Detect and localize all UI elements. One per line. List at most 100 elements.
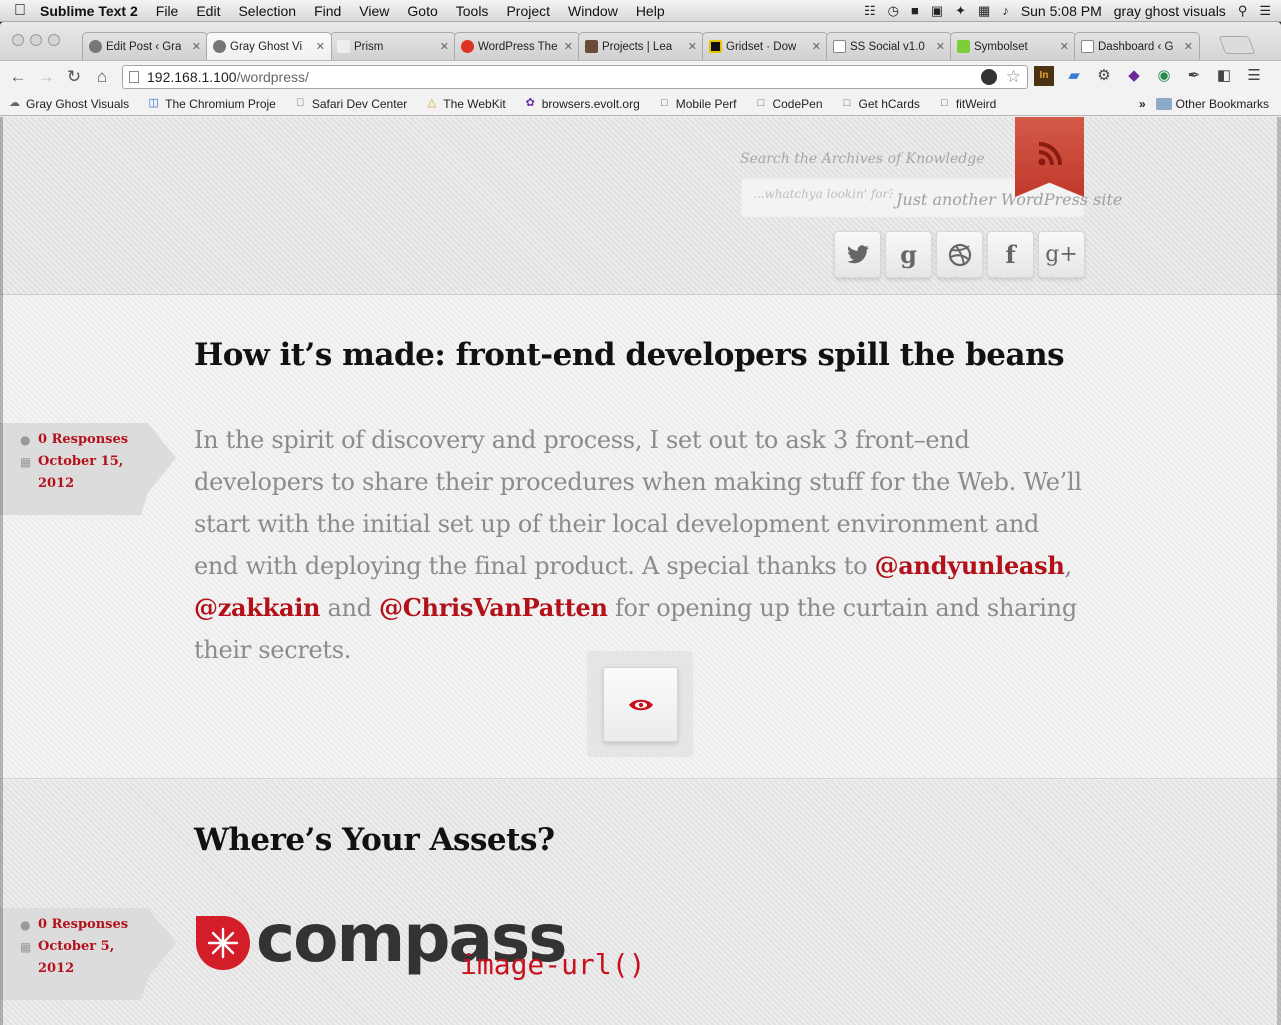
color-wheel-icon[interactable]: ◉ xyxy=(1154,66,1174,86)
tab-gridset[interactable]: Gridset · Dow ✕ xyxy=(702,32,828,60)
apple-menu-icon[interactable]:  xyxy=(0,2,40,20)
facebook-icon[interactable]: f xyxy=(987,231,1034,278)
app-menu[interactable]: Sublime Text 2 xyxy=(40,3,138,19)
address-bar[interactable]: 192.168.1.100/wordpress/ ☆ xyxy=(122,65,1028,89)
tab-close-icon[interactable]: ✕ xyxy=(1184,40,1193,53)
indesign-extension-icon[interactable]: In xyxy=(1034,66,1054,86)
time-machine-icon[interactable]: ◷ xyxy=(888,3,899,19)
browser-toolbar: ← → ↻ ⌂ 192.168.1.100/wordpress/ ☆ In ▰ … xyxy=(0,60,1281,92)
keyboard-icon[interactable]: ▦ xyxy=(978,3,990,19)
tab-edit-post[interactable]: Edit Post ‹ Gra ✕ xyxy=(82,32,208,60)
tab-close-icon[interactable]: ✕ xyxy=(688,40,697,53)
camera-extension-icon[interactable] xyxy=(981,69,997,85)
window-resizer-icon[interactable]: ▰ xyxy=(1064,66,1084,86)
menu-view[interactable]: View xyxy=(359,3,389,19)
lock-icon[interactable]: ■ xyxy=(911,3,919,18)
target-favicon-icon xyxy=(461,40,474,53)
menu-file[interactable]: File xyxy=(156,3,179,19)
tab-gray-ghost[interactable]: Gray Ghost Vi ✕ xyxy=(206,32,332,60)
bookmark-webkit[interactable]: △ The WebKit xyxy=(425,97,506,111)
notification-list-icon[interactable]: ☰ xyxy=(1259,3,1271,19)
google-plus-icon[interactable]: g+ xyxy=(1038,231,1085,278)
tab-close-icon[interactable]: ✕ xyxy=(564,40,573,53)
bookmark-mobile-perf[interactable]: □ Mobile Perf xyxy=(658,97,737,111)
post-title-link[interactable]: Where’s Your Assets? xyxy=(194,822,555,858)
post-article: Where’s Your Assets? ● 0 Responses ▦ Octob… xyxy=(0,780,1281,1025)
tab-close-icon[interactable]: ✕ xyxy=(1060,40,1069,53)
reload-icon[interactable]: ↻ xyxy=(60,67,88,87)
page-favicon-icon xyxy=(833,40,846,53)
close-window-button[interactable] xyxy=(12,34,24,46)
folder-icon xyxy=(1155,97,1172,110)
ghost-icon: ☁ xyxy=(9,97,20,109)
comment-bubble-icon: ● xyxy=(20,918,31,932)
tab-close-icon[interactable]: ✕ xyxy=(440,40,449,53)
bookmark-safari-dev[interactable]: Safari Dev Center xyxy=(294,97,407,111)
menu-tools[interactable]: Tools xyxy=(456,3,489,19)
menu-project[interactable]: Project xyxy=(506,3,550,19)
responses-link[interactable]: 0 Responses xyxy=(38,914,128,936)
bookmark-star-icon[interactable]: ☆ xyxy=(1006,67,1021,87)
tab-strip: Edit Post ‹ Gra ✕ Gray Ghost Vi ✕ Prism ✕ W… xyxy=(0,22,1281,62)
minimize-window-button[interactable] xyxy=(30,34,42,46)
bookmarks-overflow-button[interactable]: » xyxy=(1139,97,1146,111)
tab-close-icon[interactable]: ✕ xyxy=(812,40,821,53)
tab-symbolset[interactable]: Symbolset ✕ xyxy=(950,32,1076,60)
tab-dashboard[interactable]: Dashboard ‹ G ✕ xyxy=(1074,32,1200,60)
spotlight-icon[interactable]: ⚲ xyxy=(1238,3,1248,19)
tab-ss-social[interactable]: SS Social v1.0 ✕ xyxy=(826,32,952,60)
bluetooth-icon[interactable]: ✦ xyxy=(955,3,966,19)
bookmark-get-hcards[interactable]: □ Get hCards xyxy=(841,97,920,111)
page-ruler-icon[interactable]: ◧ xyxy=(1214,66,1234,86)
wifi-icon[interactable]: ☷ xyxy=(864,3,876,19)
window-edge-shadow xyxy=(0,117,3,1025)
post-meta: ● 0 Responses ▦ October 15, 2012 xyxy=(20,429,128,495)
menu-find[interactable]: Find xyxy=(314,3,341,19)
cube-extension-icon[interactable]: ◆ xyxy=(1124,66,1144,86)
bookmark-gray-ghost-visuals[interactable]: ☁ Gray Ghost Visuals xyxy=(8,97,129,111)
menubar-user[interactable]: gray ghost visuals xyxy=(1114,3,1226,19)
author-link-chrisvanpatten[interactable]: @ChrisVanPatten xyxy=(379,593,608,622)
menu-selection[interactable]: Selection xyxy=(238,3,296,19)
post-title-link[interactable]: How it’s made: front-end developers spil… xyxy=(194,337,1065,373)
author-link-zakkain[interactable]: @zakkain xyxy=(194,593,320,622)
bookmark-codepen[interactable]: □ CodePen xyxy=(754,97,823,111)
comment-bubble-icon: ● xyxy=(20,433,31,447)
tab-prism[interactable]: Prism ✕ xyxy=(330,32,456,60)
volume-icon[interactable]: ♪ xyxy=(1002,3,1009,18)
bookmark-browsers-evolt[interactable]: ✿ browsers.evolt.org xyxy=(524,97,640,111)
other-bookmarks-folder[interactable]: Other Bookmarks xyxy=(1155,97,1269,111)
new-tab-button[interactable] xyxy=(1218,36,1256,54)
browser-window: Edit Post ‹ Gra ✕ Gray Ghost Vi ✕ Prism ✕ W… xyxy=(0,22,1281,1025)
tab-close-icon[interactable]: ✕ xyxy=(316,40,325,53)
dribbble-icon[interactable] xyxy=(936,231,983,278)
tab-projects[interactable]: Projects | Lea ✕ xyxy=(578,32,704,60)
menu-window[interactable]: Window xyxy=(568,3,618,19)
url-host: 192.168.1.100 xyxy=(147,69,237,85)
menu-help[interactable]: Help xyxy=(636,3,665,19)
page-icon: □ xyxy=(660,97,668,109)
bookmark-fitweird[interactable]: □ fitWeird xyxy=(938,97,996,111)
bookmark-chromium[interactable]: ◫ The Chromium Proje xyxy=(147,97,275,111)
menubar-clock[interactable]: Sun 5:08 PM xyxy=(1021,3,1102,19)
search-input[interactable] xyxy=(753,187,893,201)
home-icon[interactable]: ⌂ xyxy=(88,67,116,87)
tab-wordpress-themes[interactable]: WordPress The ✕ xyxy=(454,32,580,60)
read-more-button[interactable] xyxy=(603,667,678,742)
back-arrow-icon[interactable]: ← xyxy=(4,67,32,87)
gowalla-icon[interactable]: g xyxy=(885,231,932,278)
menu-goto[interactable]: Goto xyxy=(407,3,437,19)
author-link-andyunleash[interactable]: @andyunleash xyxy=(875,551,1065,580)
tab-close-icon[interactable]: ✕ xyxy=(936,40,945,53)
forward-arrow-icon[interactable]: → xyxy=(32,67,60,87)
settings-gear-icon[interactable]: ⚙ xyxy=(1094,66,1114,86)
chrome-menu-icon[interactable]: ☰ xyxy=(1244,66,1264,86)
zoom-window-button[interactable] xyxy=(48,34,60,46)
twitter-icon[interactable] xyxy=(834,231,881,278)
post-article: How it’s made: front-end developers spil… xyxy=(0,295,1281,779)
eyedropper-icon[interactable]: ✒ xyxy=(1184,66,1204,86)
responses-link[interactable]: 0 Responses xyxy=(38,429,128,451)
menu-edit[interactable]: Edit xyxy=(196,3,220,19)
tab-close-icon[interactable]: ✕ xyxy=(192,40,201,53)
display-icon[interactable]: ▣ xyxy=(931,3,943,19)
